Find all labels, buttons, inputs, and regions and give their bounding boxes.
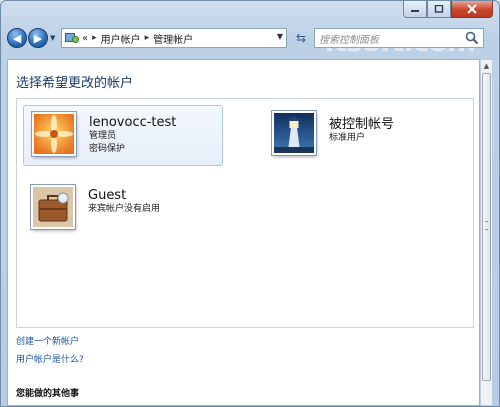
- account-name: 被控制帐号: [329, 117, 395, 132]
- account-type: 管理员: [89, 131, 117, 141]
- accounts-panel: lenovocc-test 管理员 密码保护 被控制帐号 标准用户 Guest …: [16, 98, 474, 328]
- forward-arrow-icon: ▶: [33, 31, 43, 45]
- page-title: 选择希望更改的帐户: [16, 76, 134, 91]
- breadcrumb-separator-icon[interactable]: ▸: [145, 33, 150, 43]
- scroll-up-icon[interactable]: ▲: [481, 60, 492, 72]
- back-arrow-icon: ◀: [12, 31, 22, 45]
- account-status: 密码保护: [89, 144, 126, 154]
- account-name: lenovocc-test: [89, 115, 177, 130]
- briefcase-picture-icon: [33, 187, 73, 227]
- breadcrumb-separator-icon[interactable]: ▸: [92, 33, 97, 43]
- caption-buttons: [403, 1, 493, 18]
- close-icon: [467, 4, 477, 14]
- refresh-icon: ⇆: [295, 31, 307, 45]
- account-type: 标准用户: [329, 133, 366, 143]
- search-input[interactable]: 搜索控制面板: [314, 28, 484, 48]
- account-item-guest[interactable]: Guest 来宾帐户没有启用: [23, 179, 221, 238]
- what-is-user-account-link[interactable]: 用户帐户是什么?: [16, 352, 84, 365]
- recent-pages-dropdown[interactable]: ▼: [50, 34, 58, 42]
- account-item-controlled[interactable]: 被控制帐号 标准用户: [263, 105, 459, 164]
- minimize-button[interactable]: [403, 1, 427, 18]
- forward-button[interactable]: ▶: [28, 28, 48, 48]
- account-picture-lighthouse: [272, 111, 316, 155]
- breadcrumb-user-accounts[interactable]: 用户帐户: [101, 31, 141, 46]
- close-button[interactable]: [451, 1, 493, 18]
- search-placeholder: 搜索控制面板: [319, 34, 379, 46]
- back-button[interactable]: ◀: [7, 28, 27, 48]
- minimize-icon: [411, 10, 419, 12]
- flower-picture-icon: [34, 114, 74, 154]
- account-picture-flower: [32, 112, 76, 156]
- refresh-button[interactable]: ⇆: [290, 28, 312, 48]
- vertical-scrollbar[interactable]: ▲: [480, 59, 493, 406]
- account-name: Guest: [88, 188, 127, 203]
- search-icon[interactable]: [465, 31, 479, 45]
- maximize-icon: [434, 5, 444, 13]
- maximize-button[interactable]: [427, 1, 451, 18]
- control-panel-window: itsoft.com ◀ ▶ ▼ « ▸ 用户帐户 ▸ 管理帐户 ▼ ⇆ 搜索控…: [0, 0, 500, 407]
- address-dropdown-icon[interactable]: ▼: [277, 32, 283, 41]
- navigation-bar: ◀ ▶ ▼ « ▸ 用户帐户 ▸ 管理帐户 ▼ ⇆ 搜索控制面板: [7, 25, 493, 51]
- breadcrumb-manage-accounts[interactable]: 管理帐户: [153, 31, 193, 46]
- lighthouse-picture-icon: [274, 113, 314, 153]
- other-tasks-heading: 您能做的其他事: [16, 389, 80, 399]
- control-panel-icon: [65, 33, 79, 43]
- create-account-link[interactable]: 创建一个新帐户: [16, 334, 79, 347]
- address-bar[interactable]: « ▸ 用户帐户 ▸ 管理帐户 ▼: [61, 28, 287, 48]
- chevron-down-icon: ▼: [50, 34, 56, 42]
- content-pane: 选择希望更改的帐户 lenovocc-test 管理员 密码保护 被控制帐号 标…: [7, 59, 480, 406]
- account-item-lenovocc-test[interactable]: lenovocc-test 管理员 密码保护: [23, 105, 223, 166]
- scroll-thumb[interactable]: [482, 73, 491, 381]
- account-picture-briefcase: [31, 185, 75, 229]
- scroll-grip-icon: [485, 221, 488, 230]
- breadcrumb-prefix[interactable]: «: [82, 33, 88, 44]
- account-type: 来宾帐户没有启用: [88, 204, 161, 214]
